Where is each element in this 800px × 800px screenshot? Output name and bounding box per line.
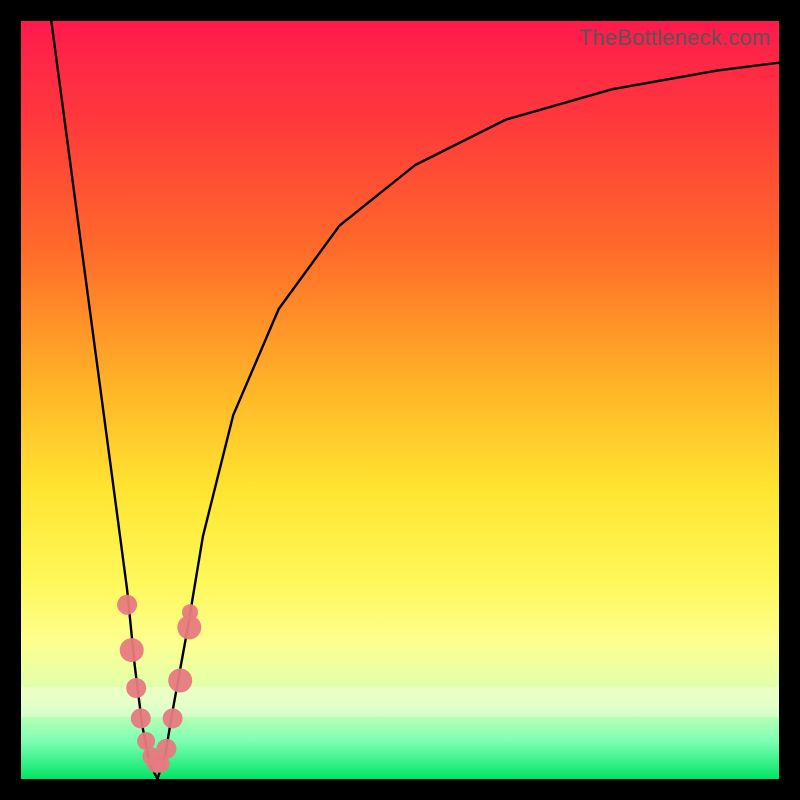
marker-point [120,638,144,662]
bottleneck-curve [51,21,779,779]
chart-svg [21,21,779,779]
curve-path [51,21,779,779]
marker-point [126,678,146,698]
watermark-text: TheBottleneck.com [579,25,771,51]
marker-point [168,669,192,693]
plot-area: TheBottleneck.com [21,21,779,779]
marker-point [117,595,137,615]
marker-point [182,604,198,620]
marker-point [163,708,183,728]
chart-frame: TheBottleneck.com [0,0,800,800]
marker-point [157,739,177,759]
marker-point [131,708,151,728]
